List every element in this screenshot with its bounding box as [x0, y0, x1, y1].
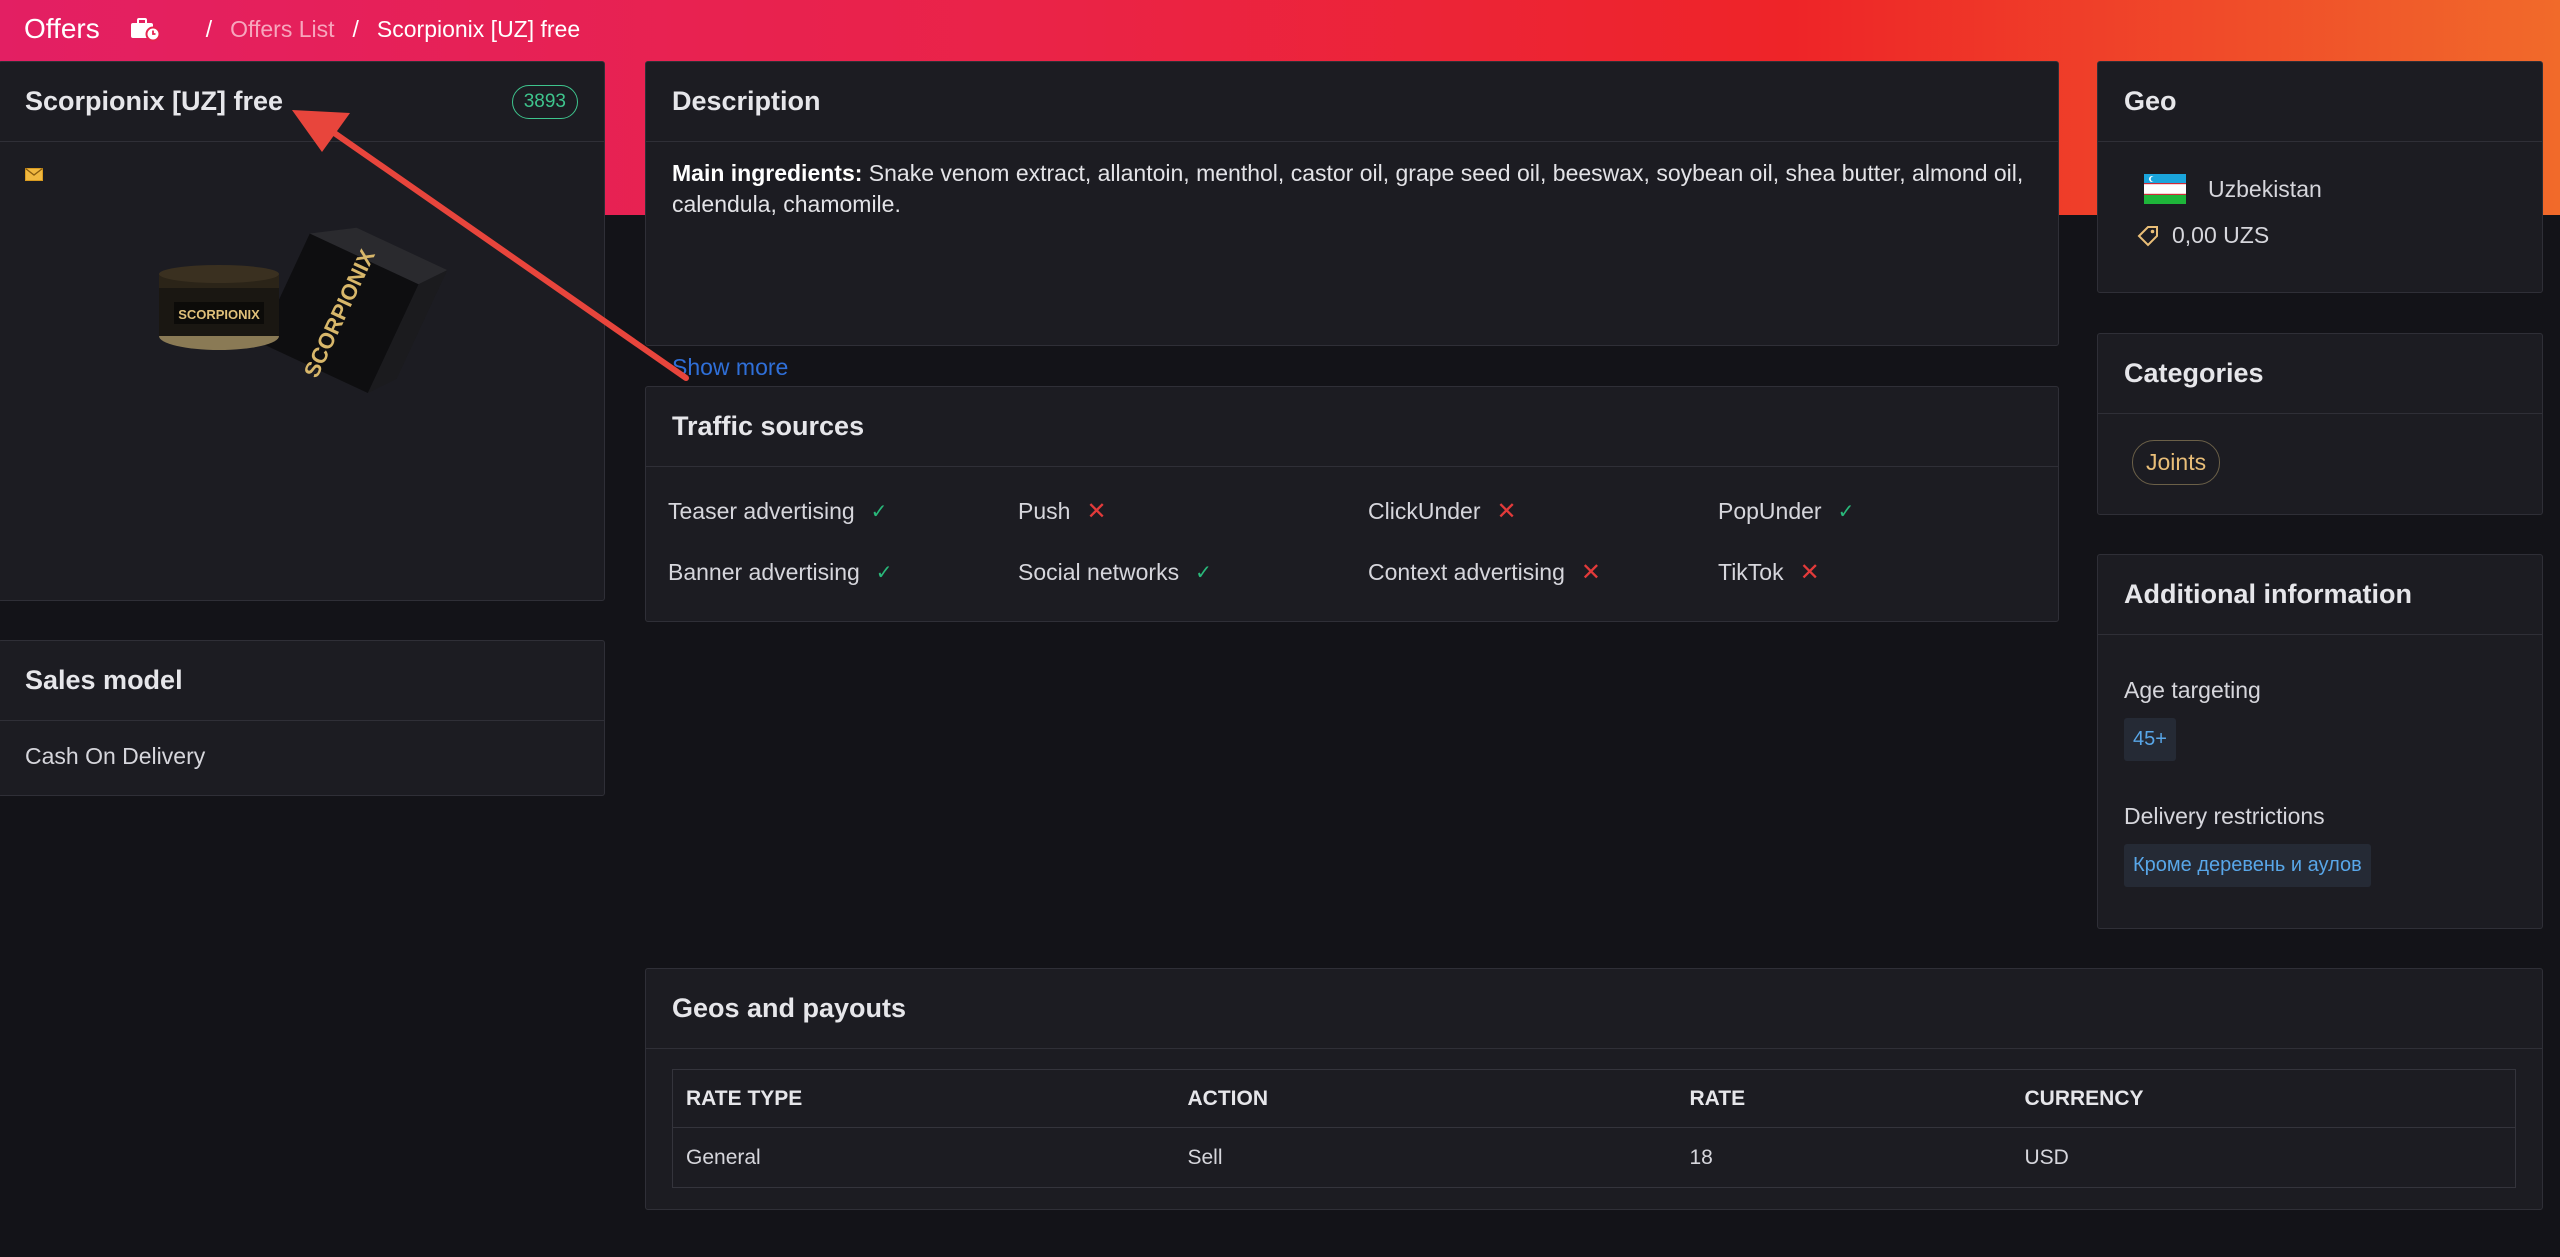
price-tag-icon [2137, 225, 2158, 246]
offer-card-body: SCORPIONIX SCORPIONIX [0, 142, 604, 600]
table-cell: General [686, 1145, 761, 1169]
cross-icon: ✕ [1799, 559, 1820, 586]
table-cell: 18 [1689, 1145, 1713, 1169]
envelope-icon[interactable] [25, 167, 43, 186]
description-body-text: Snake venom extract, allantoin, menthol,… [672, 160, 2024, 217]
check-icon: ✓ [875, 562, 893, 584]
traffic-source-label: Push [1018, 498, 1071, 524]
column-header: CURRENCY [2011, 1069, 2516, 1128]
payouts-table: RATE TYPE ACTION RATE CURRENCY General S… [672, 1069, 2516, 1188]
traffic-source-item: Teaser advertising ✓ [668, 497, 1018, 526]
traffic-source-item: PopUnder ✓ [1718, 497, 2068, 526]
breadcrumb-current: Scorpionix [UZ] free [376, 15, 581, 42]
traffic-source-label: Teaser advertising [668, 498, 855, 524]
breadcrumb-separator: / [352, 15, 359, 42]
offer-id-badge: 3893 [511, 84, 578, 119]
product-image: SCORPIONIX SCORPIONIX [159, 227, 448, 394]
check-icon: ✓ [870, 501, 888, 523]
traffic-sources-header: Traffic sources [646, 387, 2058, 467]
categories-body: Joints [2098, 414, 2542, 485]
geo-body: Uzbekistan 0,00 UZS [2098, 174, 2542, 249]
column-header: ACTION [1174, 1069, 1677, 1128]
traffic-sources-title: Traffic sources [672, 411, 865, 441]
uzbekistan-flag-icon [2144, 174, 2186, 204]
show-more-link[interactable]: Show more [672, 354, 788, 381]
cross-icon: ✕ [1086, 498, 1107, 525]
traffic-source-label: Banner advertising [668, 559, 860, 585]
table-cell: Sell [1187, 1145, 1223, 1169]
cross-icon: ✕ [1496, 498, 1517, 525]
additional-info-card: Additional information Age targeting 45+… [2097, 554, 2543, 929]
check-icon: ✓ [1837, 501, 1855, 523]
description-card: Description Main ingredients: Snake veno… [645, 61, 2059, 380]
traffic-source-label: TikTok [1718, 559, 1784, 585]
sales-model-title: Sales model [25, 665, 183, 695]
column-header: RATE TYPE [672, 1069, 1175, 1128]
breadcrumb-offers-list-link[interactable]: Offers List [230, 16, 334, 43]
categories-title: Categories [2124, 358, 2264, 388]
geos-payouts-header: Geos and payouts [646, 969, 2542, 1049]
breadcrumb-separator: / [205, 15, 213, 42]
delivery-restrictions-label: Delivery restrictions [2124, 803, 2325, 829]
traffic-source-item: Push ✕ [1018, 497, 1368, 526]
categories-card: Categories Joints [2097, 333, 2543, 515]
cross-icon: ✕ [1580, 559, 1601, 586]
geo-price-row: 0,00 UZS [2136, 222, 2542, 249]
description-text: Main ingredients: Snake venom extract, a… [646, 142, 2058, 244]
traffic-source-item: ClickUnder ✕ [1368, 497, 1718, 526]
traffic-source-item: Context advertising ✕ [1368, 558, 1718, 587]
traffic-sources-card: Traffic sources Teaser advertising ✓ Push ✕… [645, 386, 2059, 622]
top-navigation-bar: Offers / Offers List / Scorpionix [UZ] f… [0, 0, 2560, 58]
geo-country-row: Uzbekistan [2144, 174, 2542, 204]
age-targeting-tag: 45+ [2124, 718, 2176, 761]
additional-info-title: Additional information [2124, 579, 2412, 609]
product-jar-label: SCORPIONIX [178, 307, 260, 322]
delivery-restrictions-tag: Кроме деревень и аулов [2124, 844, 2371, 887]
geo-price: 0,00 UZS [2172, 222, 2270, 248]
traffic-source-item: Banner advertising ✓ [668, 558, 1018, 587]
column-header: RATE [1676, 1069, 2012, 1128]
traffic-source-label: ClickUnder [1368, 498, 1481, 524]
traffic-sources-grid: Teaser advertising ✓ Push ✕ ClickUnder ✕ PopUn… [646, 467, 2058, 617]
description-header: Description [646, 62, 2058, 142]
traffic-source-item: TikTok ✕ [1718, 558, 2068, 587]
payouts-table-header-row: RATE TYPE ACTION RATE CURRENCY [672, 1069, 2516, 1128]
table-row: General Sell 18 USD [673, 1128, 2516, 1188]
offer-card-header: Scorpionix [UZ] free 3893 [0, 62, 604, 142]
table-cell: USD [2024, 1145, 2069, 1169]
app-title[interactable]: Offers [24, 13, 100, 45]
traffic-source-label: Social networks [1018, 559, 1180, 585]
additional-info-body: Age targeting 45+ Delivery restrictions … [2098, 635, 2542, 887]
geos-payouts-card: Geos and payouts RATE TYPE ACTION RATE C… [645, 968, 2543, 1210]
offer-name: Scorpionix [UZ] free [25, 86, 284, 116]
description-bold-label: Main ingredients: [672, 160, 863, 186]
sales-model-value: Cash On Delivery [25, 743, 206, 769]
description-title: Description [672, 86, 821, 116]
traffic-source-item: Social networks ✓ [1018, 558, 1368, 587]
geos-payouts-title: Geos and payouts [672, 993, 907, 1023]
geo-country: Uzbekistan [2208, 175, 2322, 202]
sales-model-header: Sales model [0, 641, 604, 721]
geo-card: Geo Uzbekistan 0,00 UZS [2097, 61, 2543, 293]
age-targeting-label: Age targeting [2124, 677, 2261, 703]
briefcase-clock-icon[interactable] [130, 15, 164, 43]
check-icon: ✓ [1195, 562, 1212, 584]
categories-header: Categories [2098, 334, 2542, 414]
sales-model-card: Sales model Cash On Delivery [0, 640, 605, 796]
traffic-source-label: PopUnder [1718, 498, 1822, 524]
geo-header: Geo [2098, 62, 2542, 142]
additional-info-header: Additional information [2098, 555, 2542, 635]
offer-card: Scorpionix [UZ] free 3893 SCORPIONIX SCO… [0, 61, 605, 601]
category-pill-joints[interactable]: Joints [2132, 440, 2221, 485]
sales-model-body: Cash On Delivery [0, 721, 604, 794]
geo-title: Geo [2124, 86, 2177, 116]
traffic-source-label: Context advertising [1368, 559, 1565, 585]
